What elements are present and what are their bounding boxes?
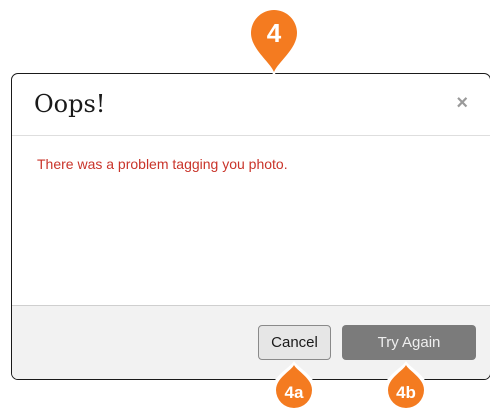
cancel-button[interactable]: Cancel <box>258 325 331 360</box>
annotation-marker-4: 4 <box>247 5 301 77</box>
error-dialog: Oops! × There was a problem tagging you … <box>11 73 490 380</box>
stage: Oops! × There was a problem tagging you … <box>0 0 490 413</box>
error-message: There was a problem tagging you photo. <box>37 156 288 172</box>
annotation-marker-4a: 4a <box>272 361 316 412</box>
dialog-title: Oops! <box>34 90 106 118</box>
close-icon[interactable]: × <box>456 93 468 113</box>
annotation-marker-4b: 4b <box>384 361 428 412</box>
marker-4a-label: 4a <box>285 383 304 402</box>
dialog-header: Oops! × <box>12 74 490 136</box>
marker-4-label: 4 <box>267 18 282 48</box>
try-again-button[interactable]: Try Again <box>342 325 476 360</box>
dialog-body: There was a problem tagging you photo. <box>12 136 490 306</box>
marker-4b-label: 4b <box>396 383 416 402</box>
